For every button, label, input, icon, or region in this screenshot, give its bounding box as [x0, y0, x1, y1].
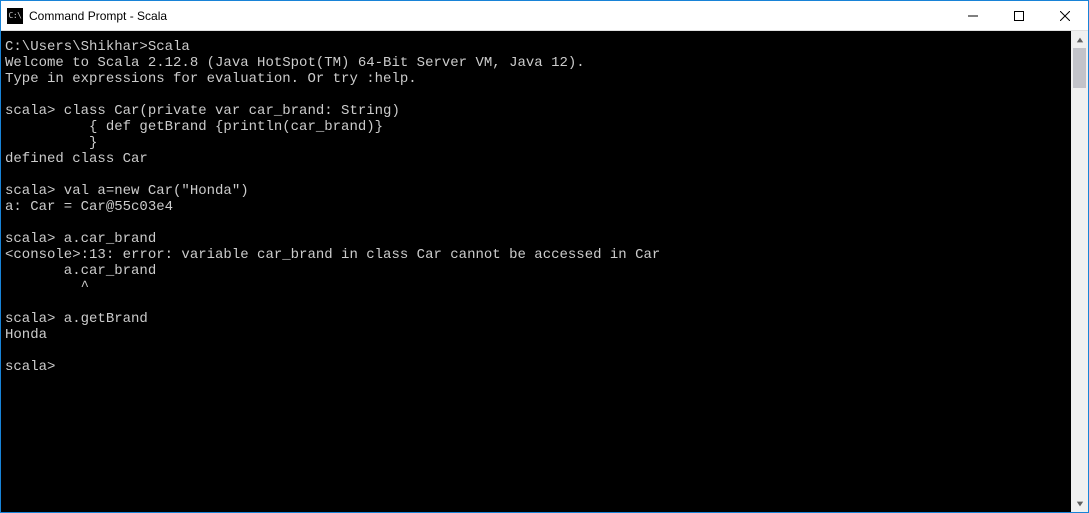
scroll-down-button[interactable] [1071, 495, 1088, 512]
window-title: Command Prompt - Scala [29, 9, 950, 23]
close-button[interactable] [1042, 1, 1088, 30]
window-titlebar: C:\ Command Prompt - Scala [1, 1, 1088, 31]
window-icon: C:\ [7, 8, 23, 24]
terminal-container: C:\Users\Shikhar>Scala Welcome to Scala … [1, 31, 1088, 512]
vertical-scrollbar[interactable] [1071, 31, 1088, 512]
scroll-thumb[interactable] [1073, 48, 1086, 88]
maximize-button[interactable] [996, 1, 1042, 30]
scroll-up-button[interactable] [1071, 31, 1088, 48]
window-controls [950, 1, 1088, 30]
terminal-output[interactable]: C:\Users\Shikhar>Scala Welcome to Scala … [1, 31, 1071, 512]
minimize-button[interactable] [950, 1, 996, 30]
